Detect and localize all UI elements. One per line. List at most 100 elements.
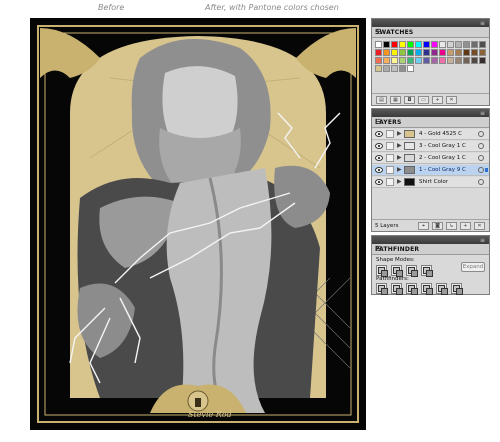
color-swatch[interactable] (479, 49, 486, 56)
merge-icon[interactable] (406, 283, 418, 295)
color-swatch[interactable] (447, 49, 454, 56)
layer-row[interactable]: ▶ 2 - Cool Gray 1 C (372, 153, 489, 164)
color-swatch[interactable] (471, 49, 478, 56)
color-swatch[interactable] (479, 41, 486, 48)
panel-menu-icon[interactable]: ☰ (375, 245, 485, 253)
color-swatch[interactable] (383, 41, 390, 48)
lock-toggle[interactable] (386, 178, 394, 186)
delete-layer-icon[interactable]: ✕ (474, 222, 485, 230)
layer-row[interactable]: ▶ 1 - Cool Gray 9 C (372, 165, 489, 176)
color-swatch[interactable] (479, 57, 486, 64)
color-swatch[interactable] (407, 65, 414, 72)
color-swatch[interactable] (391, 65, 398, 72)
color-swatch[interactable] (375, 65, 382, 72)
target-circle-icon[interactable] (478, 167, 484, 173)
color-swatch[interactable] (431, 49, 438, 56)
color-swatch[interactable] (439, 49, 446, 56)
trim-icon[interactable] (391, 283, 403, 295)
crop-icon[interactable] (421, 283, 433, 295)
color-swatch[interactable] (407, 41, 414, 48)
color-swatch[interactable] (431, 41, 438, 48)
color-swatch[interactable] (407, 57, 414, 64)
exclude-icon[interactable] (421, 265, 433, 277)
color-swatch[interactable] (399, 57, 406, 64)
color-swatch[interactable] (463, 57, 470, 64)
color-swatch[interactable] (415, 57, 422, 64)
color-swatch[interactable] (415, 41, 422, 48)
layer-row[interactable]: ▶ 4 - Gold 4525 C (372, 129, 489, 140)
lock-toggle[interactable] (386, 130, 394, 138)
color-swatch[interactable] (391, 49, 398, 56)
new-swatch-icon[interactable]: + (432, 95, 443, 104)
expand-button[interactable]: Expand (461, 262, 485, 272)
color-swatch[interactable] (399, 49, 406, 56)
color-swatch[interactable] (407, 49, 414, 56)
new-color-group-icon[interactable]: ▭ (418, 95, 429, 104)
color-swatch[interactable] (399, 65, 406, 72)
new-sublayer-icon[interactable]: ↳ (446, 222, 457, 230)
collapse-grip-icon[interactable]: ≡ (480, 21, 485, 27)
layer-row[interactable]: ▶ Shirt Color (372, 177, 489, 188)
delete-swatch-icon[interactable]: ✕ (446, 95, 457, 104)
color-swatch[interactable] (375, 57, 382, 64)
collapse-grip-icon[interactable]: ≡ (480, 238, 485, 244)
expand-arrow-icon[interactable]: ▶ (397, 142, 402, 149)
target-circle-icon[interactable] (478, 179, 484, 185)
swatch-libraries-icon[interactable]: ▤ (376, 95, 387, 104)
color-swatch[interactable] (383, 57, 390, 64)
target-circle-icon[interactable] (478, 131, 484, 137)
collapse-grip-icon[interactable]: ≡ (480, 111, 485, 117)
color-swatch[interactable] (375, 41, 382, 48)
color-swatch[interactable] (439, 41, 446, 48)
color-swatch[interactable] (431, 57, 438, 64)
color-swatch[interactable] (455, 49, 462, 56)
tab-layers[interactable]: LAYERS ☰ (372, 117, 489, 128)
color-swatch[interactable] (399, 41, 406, 48)
color-swatch[interactable] (415, 49, 422, 56)
lock-toggle[interactable] (386, 154, 394, 162)
color-swatch[interactable] (439, 57, 446, 64)
color-swatch[interactable] (471, 41, 478, 48)
color-swatch[interactable] (447, 41, 454, 48)
locate-object-icon[interactable]: ⌖ (418, 222, 429, 230)
panel-titlebar[interactable]: ≡ (372, 19, 489, 27)
visibility-eye-icon[interactable] (375, 167, 383, 173)
color-swatch[interactable] (463, 41, 470, 48)
visibility-eye-icon[interactable] (375, 143, 383, 149)
color-swatch[interactable] (391, 57, 398, 64)
artwork-canvas[interactable]: Stevie Rod (30, 18, 366, 430)
layer-row[interactable]: ▶ 3 - Cool Gray 1 C (372, 141, 489, 152)
color-swatch[interactable] (375, 49, 382, 56)
color-swatch[interactable] (423, 49, 430, 56)
lock-toggle[interactable] (386, 166, 394, 174)
expand-arrow-icon[interactable]: ▶ (397, 154, 402, 161)
tab-swatches[interactable]: SWATCHES ☰ (372, 27, 489, 38)
show-kinds-icon[interactable]: ▦ (390, 95, 401, 104)
color-swatch[interactable] (391, 41, 398, 48)
target-circle-icon[interactable] (478, 155, 484, 161)
expand-arrow-icon[interactable]: ▶ (397, 166, 402, 173)
color-swatch[interactable] (383, 49, 390, 56)
unite-icon[interactable] (376, 265, 388, 277)
divide-icon[interactable] (376, 283, 388, 295)
swatch-options-icon[interactable]: ◘ (404, 95, 415, 104)
minus-back-icon[interactable] (451, 283, 463, 295)
intersect-icon[interactable] (406, 265, 418, 277)
minus-front-icon[interactable] (391, 265, 403, 277)
panel-titlebar[interactable]: ≡ (372, 109, 489, 117)
visibility-eye-icon[interactable] (375, 155, 383, 161)
expand-arrow-icon[interactable]: ▶ (397, 178, 402, 185)
color-swatch[interactable] (455, 57, 462, 64)
color-swatch[interactable] (423, 57, 430, 64)
panel-menu-icon[interactable]: ☰ (375, 28, 485, 36)
color-swatch[interactable] (455, 41, 462, 48)
expand-arrow-icon[interactable]: ▶ (397, 130, 402, 137)
color-swatch[interactable] (383, 65, 390, 72)
color-swatch[interactable] (423, 41, 430, 48)
make-clipping-mask-icon[interactable]: ◙ (432, 222, 443, 230)
panel-titlebar[interactable]: ≡ (372, 236, 489, 244)
color-swatch[interactable] (463, 49, 470, 56)
lock-toggle[interactable] (386, 142, 394, 150)
visibility-eye-icon[interactable] (375, 179, 383, 185)
color-swatch[interactable] (471, 57, 478, 64)
